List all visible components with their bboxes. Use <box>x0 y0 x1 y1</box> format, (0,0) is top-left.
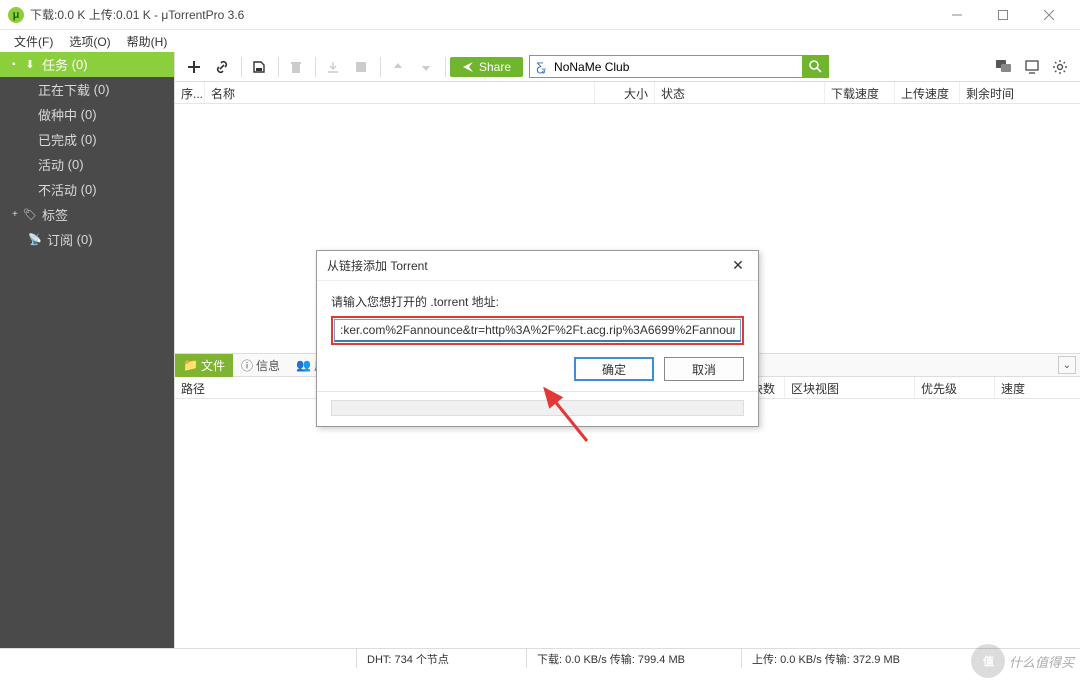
tab-files[interactable]: 📁 文件 <box>175 354 233 377</box>
stop-button[interactable] <box>348 55 374 79</box>
tag-icon: 🏷 <box>23 208 37 221</box>
dialog-progress <box>331 400 744 416</box>
status-bar: DHT: 734 个节点 下载: 0.0 KB/s 传输: 799.4 MB 上… <box>0 648 1080 668</box>
expand-icon: + <box>12 209 20 220</box>
sidebar-labels-label: 标签 <box>42 205 68 224</box>
info-icon: ⓘ <box>241 357 253 374</box>
dialog-close-button[interactable]: ✕ <box>728 256 748 276</box>
collapse-icon: ▪ <box>12 59 20 70</box>
maximize-button[interactable] <box>980 0 1026 30</box>
settings-icon[interactable] <box>1050 57 1070 77</box>
close-button[interactable] <box>1026 0 1072 30</box>
toolbar: Share Ƹ̵̡ <box>175 52 1080 82</box>
col-dspeed[interactable]: 下载速度 <box>825 82 895 103</box>
menu-options[interactable]: 选项(O) <box>61 31 118 52</box>
col-name[interactable]: 名称 <box>205 82 595 103</box>
download-icon: ⬇ <box>23 58 37 71</box>
sidebar-item-downloading[interactable]: 正在下载 (0) <box>0 77 174 102</box>
col-speed[interactable]: 速度 <box>995 377 1080 398</box>
status-upload: 上传: 0.0 KB/s 传输: 372.9 MB <box>742 649 1080 668</box>
ok-button[interactable]: 确定 <box>574 357 654 381</box>
sidebar-tasks[interactable]: ▪ ⬇ 任务 (0) <box>0 52 174 77</box>
col-blockview[interactable]: 区块视图 <box>785 377 915 398</box>
app-icon: μ <box>8 7 24 23</box>
menu-help[interactable]: 帮助(H) <box>119 31 176 52</box>
search-box[interactable]: Ƹ̵̡ <box>529 55 829 78</box>
sidebar: ▪ ⬇ 任务 (0) 正在下载 (0) 做种中 (0) 已完成 (0) 活动 (… <box>0 52 174 648</box>
search-input[interactable] <box>550 60 802 74</box>
rss-icon: 📡 <box>28 233 42 246</box>
menu-bar: 文件(F) 选项(O) 帮助(H) <box>0 30 1080 52</box>
col-remain[interactable]: 剩余时间 <box>960 82 1080 103</box>
add-url-button[interactable] <box>209 55 235 79</box>
sidebar-item-inactive[interactable]: 不活动 (0) <box>0 177 174 202</box>
url-input[interactable] <box>334 319 741 342</box>
sidebar-tasks-label: 任务 <box>42 55 68 74</box>
col-status[interactable]: 状态 <box>655 82 825 103</box>
cancel-button[interactable]: 取消 <box>664 357 744 381</box>
col-size[interactable]: 大小 <box>595 82 655 103</box>
collapse-detail-button[interactable]: ⌄ <box>1058 356 1076 374</box>
chat-icon[interactable] <box>994 57 1014 77</box>
sidebar-item-seeding[interactable]: 做种中 (0) <box>0 102 174 127</box>
detail-body[interactable] <box>175 399 1080 648</box>
move-down-button[interactable] <box>413 55 439 79</box>
add-torrent-button[interactable] <box>181 55 207 79</box>
col-uspeed[interactable]: 上传速度 <box>895 82 960 103</box>
minimize-button[interactable] <box>934 0 980 30</box>
dialog-title: 从链接添加 Torrent <box>327 257 428 274</box>
sidebar-item-completed[interactable]: 已完成 (0) <box>0 127 174 152</box>
remote-icon[interactable] <box>1022 57 1042 77</box>
butterfly-icon: Ƹ̵̡ <box>530 60 550 74</box>
col-seq[interactable]: 序... <box>175 82 205 103</box>
start-button[interactable] <box>320 55 346 79</box>
remove-button[interactable] <box>283 55 309 79</box>
share-button[interactable]: Share <box>450 57 523 77</box>
create-torrent-button[interactable] <box>246 55 272 79</box>
dialog-label: 请输入您想打开的 .torrent 地址: <box>331 293 744 310</box>
users-icon: 👥 <box>296 358 311 372</box>
add-url-dialog: 从链接添加 Torrent ✕ 请输入您想打开的 .torrent 地址: 确定… <box>316 250 759 427</box>
sidebar-item-active[interactable]: 活动 (0) <box>0 152 174 177</box>
menu-file[interactable]: 文件(F) <box>6 31 61 52</box>
status-download: 下载: 0.0 KB/s 传输: 799.4 MB <box>527 649 742 668</box>
status-dht: DHT: 734 个节点 <box>357 649 527 668</box>
move-up-button[interactable] <box>385 55 411 79</box>
dialog-input-highlight <box>331 316 744 345</box>
col-priority[interactable]: 优先级 <box>915 377 995 398</box>
search-button[interactable] <box>802 55 828 78</box>
sidebar-item-feeds[interactable]: 📡 订阅 (0) <box>0 227 174 252</box>
window-titlebar: μ 下载:0.0 K 上传:0.01 K - μTorrentPro 3.6 <box>0 0 1080 30</box>
window-title: 下载:0.0 K 上传:0.01 K - μTorrentPro 3.6 <box>30 6 934 23</box>
torrent-list-header: 序... 名称 大小 状态 下载速度 上传速度 剩余时间 <box>175 82 1080 104</box>
sidebar-tasks-count: (0) <box>72 57 88 72</box>
tab-info[interactable]: ⓘ 信息 <box>233 354 288 377</box>
folder-icon: 📁 <box>183 358 198 372</box>
sidebar-labels[interactable]: + 🏷 标签 <box>0 202 174 227</box>
share-label: Share <box>479 60 511 74</box>
